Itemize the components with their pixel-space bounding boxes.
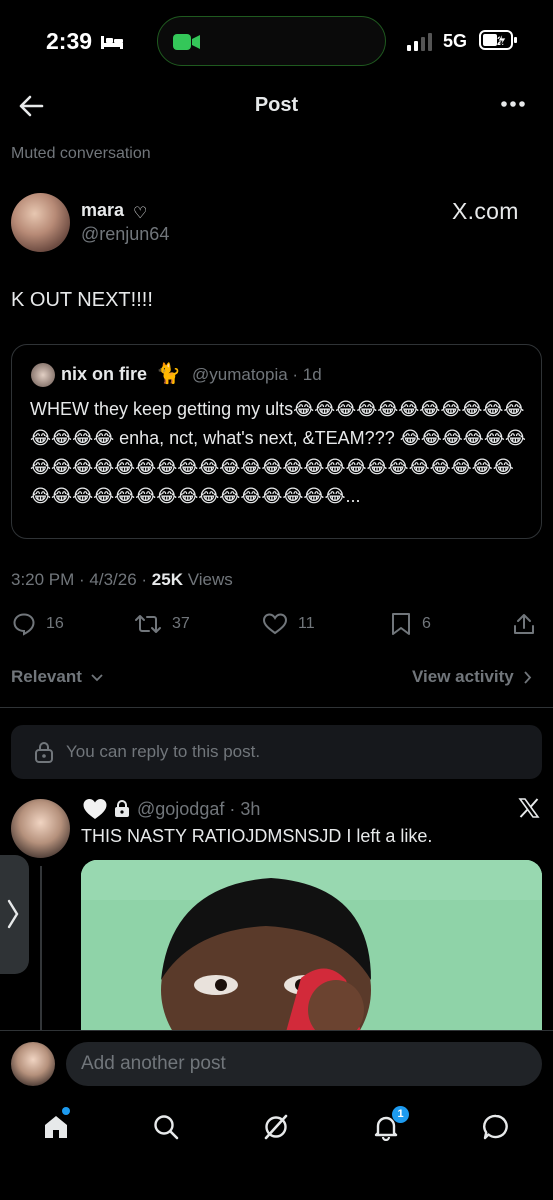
grok-icon: [264, 1114, 288, 1140]
status-time: 2:39: [46, 28, 93, 54]
side-panel-toggle[interactable]: [0, 855, 29, 974]
author-avatar[interactable]: [11, 193, 70, 252]
quoted-post[interactable]: nix on fire 🐈 @yumatopia · 1d WHEW they …: [11, 344, 542, 539]
divider: [0, 707, 553, 708]
like-count: 11: [298, 615, 315, 632]
home-icon: [45, 1116, 67, 1138]
view-activity-label: View activity: [412, 667, 514, 686]
views-count: 25K: [151, 570, 183, 589]
reply-button[interactable]: 16: [12, 612, 64, 636]
post-meta: 3:20 PM · 4/3/26 · 25K Views: [11, 570, 233, 590]
author-name[interactable]: mara: [81, 200, 124, 221]
quote-author-emoji: 🐈: [156, 363, 181, 385]
more-options-icon[interactable]: [500, 98, 526, 110]
bookmark-icon: [392, 613, 410, 635]
video-camera-icon: [172, 32, 202, 52]
quote-text: WHEW they keep getting my ults😂😂😂😂😂😂😂😂😂😂…: [30, 399, 526, 506]
bookmark-count: 6: [422, 615, 431, 632]
dynamic-island[interactable]: [157, 16, 386, 66]
sleep-focus-icon: [100, 34, 124, 50]
share-button[interactable]: [512, 612, 536, 636]
reply-permission-text: You can reply to this post.: [66, 742, 261, 761]
share-icon: [514, 614, 534, 634]
notifications-badge: 1: [392, 1106, 409, 1123]
battery-icon: 42: [479, 29, 519, 51]
reply-icon: [13, 613, 35, 636]
add-post-input[interactable]: Add another post: [66, 1042, 542, 1086]
quote-author-avatar: [31, 363, 55, 387]
white-heart-icon: [82, 797, 108, 821]
chat-bubble-icon: [483, 1114, 508, 1140]
views-label: Views: [182, 570, 233, 589]
muted-conversation-label: Muted conversation: [11, 145, 151, 162]
page-title: Post: [254, 94, 299, 116]
chevron-right-icon: [524, 671, 532, 684]
heart-icon: [262, 613, 288, 635]
repost-icon: [135, 615, 161, 633]
thread-line: [40, 866, 42, 1032]
reply-author-handle[interactable]: @gojodgaf · 3h: [137, 799, 260, 820]
notifications-tab[interactable]: 1: [372, 1106, 409, 1141]
reply-count: 16: [46, 615, 64, 632]
sort-relevant-dropdown[interactable]: Relevant: [11, 667, 103, 687]
reply-media-image[interactable]: [81, 860, 542, 1032]
chevron-right-icon: [6, 898, 20, 930]
reply-text: THIS NASTY RATIOJDMSNSJD I left a like.: [81, 826, 433, 846]
messages-tab[interactable]: [482, 1113, 510, 1141]
bottom-navigation: 1: [0, 1097, 553, 1200]
like-button[interactable]: 11: [262, 612, 315, 636]
lock-icon: [34, 741, 54, 763]
search-icon: [154, 1115, 179, 1140]
network-type: 5G: [443, 31, 468, 51]
quote-author-name: nix on fire: [61, 364, 148, 384]
author-handle[interactable]: @renjun64: [81, 224, 169, 245]
grok-tab[interactable]: [262, 1113, 290, 1141]
post-timestamp: 3:20 PM · 4/3/26 ·: [11, 570, 152, 589]
home-notification-dot: [62, 1107, 70, 1115]
reply-composer: Add another post: [0, 1030, 553, 1096]
protected-lock-icon: [114, 800, 130, 818]
signal-strength-icon: [407, 33, 435, 51]
post-text: K OUT NEXT!!!!: [11, 289, 153, 311]
repost-button[interactable]: 37: [134, 612, 190, 636]
current-user-avatar[interactable]: [11, 1042, 55, 1086]
bookmark-button[interactable]: 6: [390, 612, 431, 636]
author-name-symbol: ♡: [133, 205, 148, 222]
search-tab[interactable]: [152, 1113, 180, 1141]
reply-permission-notice: You can reply to this post.: [11, 725, 542, 779]
repost-count: 37: [172, 615, 190, 632]
reply-author-avatar[interactable]: [11, 799, 70, 858]
source-badge: X.com: [452, 198, 519, 224]
quote-author-handle: @yumatopia · 1d: [192, 365, 322, 384]
view-activity-link[interactable]: View activity: [412, 667, 532, 687]
chevron-down-icon: [90, 673, 103, 682]
sort-label: Relevant: [11, 667, 82, 686]
home-tab[interactable]: [42, 1107, 70, 1141]
x-logo-icon: [518, 797, 540, 819]
